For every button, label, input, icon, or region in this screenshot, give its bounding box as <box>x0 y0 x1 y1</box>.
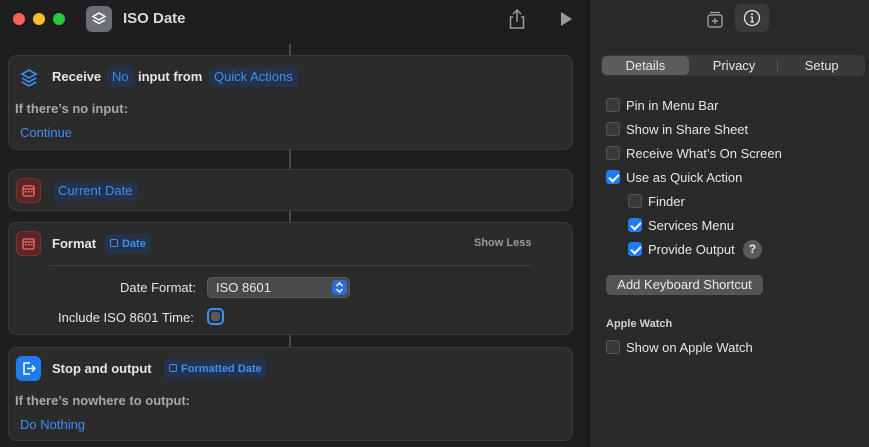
date-variable-label: Date <box>122 238 146 250</box>
select-arrows-icon <box>332 280 347 295</box>
receive-action-card[interactable]: Receive No input from Quick Actions If t… <box>8 55 573 150</box>
receive-screen-option[interactable]: Receive What’s On Screen <box>606 144 782 162</box>
input-from-label: input from <box>138 69 203 84</box>
inspector-tabs: Details Privacy Setup <box>601 55 865 76</box>
flow-connector <box>289 335 291 347</box>
tab-setup[interactable]: Setup <box>778 55 865 76</box>
input-type-token[interactable]: No <box>107 67 134 87</box>
date-format-select[interactable]: ISO 8601 <box>207 277 350 298</box>
current-date-action-card[interactable]: Current Date <box>8 169 573 211</box>
calendar-icon <box>16 231 41 256</box>
info-icon[interactable] <box>735 4 769 32</box>
finder-checkbox[interactable] <box>628 194 642 208</box>
share-icon[interactable] <box>507 8 527 30</box>
show-on-watch-checkbox[interactable] <box>606 340 620 354</box>
receive-icon <box>16 65 41 90</box>
stop-output-label: Stop and output <box>52 361 152 376</box>
variable-icon <box>169 364 177 372</box>
share-sheet-checkbox[interactable] <box>606 122 620 136</box>
maximize-window-button[interactable] <box>53 13 65 25</box>
share-sheet-label: Show in Share Sheet <box>626 121 749 137</box>
format-label: Format <box>52 236 97 251</box>
nowhere-output-token[interactable]: Do Nothing <box>15 415 90 435</box>
pin-menu-bar-checkbox[interactable] <box>606 98 620 112</box>
play-icon[interactable] <box>557 10 575 28</box>
output-icon <box>16 356 41 381</box>
inspector-toolbar <box>590 0 869 38</box>
include-time-toggle[interactable] <box>207 308 224 325</box>
quick-action-checkbox[interactable] <box>606 170 620 184</box>
receive-screen-checkbox[interactable] <box>606 146 620 160</box>
help-button[interactable]: ? <box>743 240 762 259</box>
provide-output-checkbox[interactable] <box>628 242 642 256</box>
share-sheet-option[interactable]: Show in Share Sheet <box>606 120 748 138</box>
add-library-icon[interactable] <box>702 7 728 31</box>
pin-menu-bar-label: Pin in Menu Bar <box>626 97 719 113</box>
provide-output-option[interactable]: Provide Output <box>628 240 735 258</box>
receive-screen-label: Receive What’s On Screen <box>626 145 782 161</box>
calendar-icon <box>16 178 41 203</box>
show-on-watch-option[interactable]: Show on Apple Watch <box>606 338 753 356</box>
flow-connector <box>289 44 291 55</box>
add-keyboard-shortcut-button[interactable]: Add Keyboard Shortcut <box>606 275 763 295</box>
input-source-token[interactable]: Quick Actions <box>209 67 298 87</box>
nowhere-output-label: If there’s nowhere to output: <box>15 393 191 408</box>
quick-action-label: Use as Quick Action <box>626 169 743 185</box>
shortcuts-app-icon <box>86 6 112 32</box>
provide-output-label: Provide Output <box>648 241 735 257</box>
date-format-value: ISO 8601 <box>216 280 271 295</box>
shortcut-editor: ISO Date Receive No input from Quick Act… <box>0 0 589 447</box>
services-menu-label: Services Menu <box>648 217 734 233</box>
services-menu-checkbox[interactable] <box>628 218 642 232</box>
tab-privacy[interactable]: Privacy <box>691 55 778 76</box>
flow-connector <box>289 211 291 222</box>
title-bar: ISO Date <box>0 0 589 38</box>
stop-output-action-card[interactable]: Stop and output Formatted Date If there’… <box>8 347 573 441</box>
no-input-behavior-token[interactable]: Continue <box>15 123 77 143</box>
flow-connector <box>289 150 291 169</box>
date-variable-token[interactable]: Date <box>105 234 151 254</box>
variable-icon <box>110 239 118 247</box>
apple-watch-heading: Apple Watch <box>606 318 673 330</box>
services-menu-option[interactable]: Services Menu <box>628 216 734 234</box>
receive-label: Receive <box>52 69 102 84</box>
show-less-button[interactable]: Show Less <box>474 237 531 249</box>
current-date-token[interactable]: Current Date <box>53 181 138 201</box>
format-date-action-card[interactable]: Format Date Show Less Date Format: ISO 8… <box>8 222 573 335</box>
finder-label: Finder <box>648 193 685 209</box>
no-input-label: If there’s no input: <box>15 101 128 116</box>
include-time-label: Include ISO 8601 Time: <box>58 310 194 325</box>
show-on-watch-label: Show on Apple Watch <box>626 339 753 355</box>
formatted-date-token[interactable]: Formatted Date <box>164 359 267 379</box>
date-format-label: Date Format: <box>120 280 196 295</box>
finder-option[interactable]: Finder <box>628 192 685 210</box>
divider <box>49 265 533 266</box>
minimize-window-button[interactable] <box>33 13 45 25</box>
close-window-button[interactable] <box>13 13 25 25</box>
tab-details[interactable]: Details <box>602 56 689 75</box>
formatted-date-label: Formatted Date <box>181 363 262 375</box>
pin-menu-bar-option[interactable]: Pin in Menu Bar <box>606 96 719 114</box>
shortcut-title[interactable]: ISO Date <box>123 10 186 27</box>
quick-action-option[interactable]: Use as Quick Action <box>606 168 742 186</box>
